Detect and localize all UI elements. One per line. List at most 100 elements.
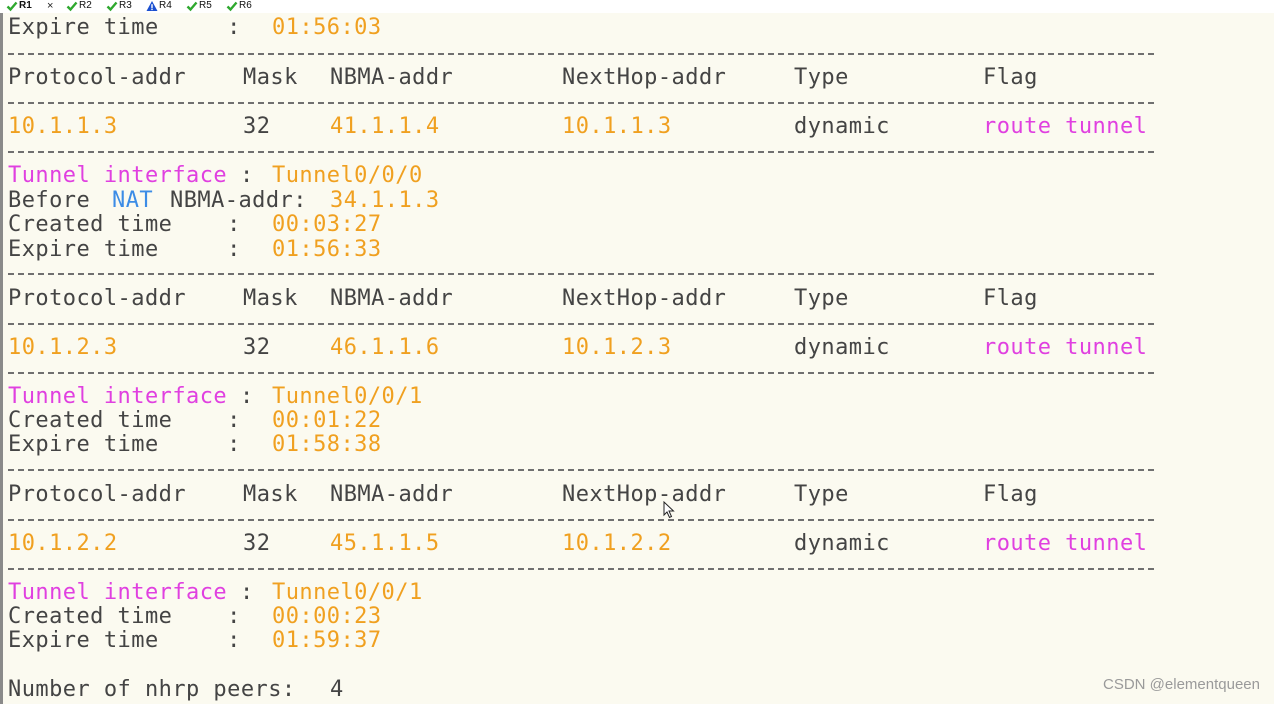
header-flag: Flag [983, 65, 1038, 90]
header-flag: Flag [983, 482, 1038, 507]
expire-time-line: Expire time : 01:59:37 [8, 629, 381, 653]
session-tab-r3[interactable]: R3 [106, 0, 132, 12]
header-mask: Mask [243, 65, 298, 90]
cell-nbma-addr: 41.1.1.4 [330, 114, 440, 139]
before-nat-prefix: Before [8, 188, 91, 213]
expire-time-value: 01:58:38 [272, 432, 382, 457]
expire-time-label: Expire time : [8, 432, 241, 457]
separator-line [8, 273, 1154, 275]
cell-nexthop-addr: 10.1.1.3 [562, 114, 672, 139]
created-time-label: Created time : [8, 604, 241, 629]
nhrp-peers-count: 4 [330, 677, 344, 702]
session-tab-r5[interactable]: R5 [186, 0, 212, 12]
session-tab-r4[interactable]: R4 [146, 0, 172, 12]
tunnel-interface-colon: : [240, 580, 254, 605]
cell-type: dynamic [794, 531, 890, 556]
warning-icon [146, 1, 158, 11]
cell-nbma-addr: 45.1.1.5 [330, 531, 440, 556]
mouse-cursor-icon [663, 501, 675, 519]
session-tab-label: R3 [119, 0, 132, 11]
cell-nbma-addr: 46.1.1.6 [330, 335, 440, 360]
cell-protocol-addr: 10.1.2.2 [8, 531, 118, 556]
separator-line [8, 519, 1154, 521]
header-nbma-addr: NBMA-addr [330, 482, 454, 507]
table-row: 10.1.2.2 32 45.1.1.5 10.1.2.2 dynamic ro… [8, 532, 1147, 556]
expire-time-value: 01:59:37 [272, 628, 382, 653]
separator-line [8, 102, 1154, 104]
created-time-line: Created time : 00:00:23 [8, 605, 381, 629]
tunnel-interface-label: Tunnel interface [8, 580, 228, 605]
session-tab-r1[interactable]: R1 [6, 0, 32, 12]
cell-type: dynamic [794, 114, 890, 139]
tunnel-interface-value: Tunnel0/0/1 [272, 384, 423, 409]
close-tab-icon[interactable]: × [47, 0, 53, 12]
created-time-line: Created time : 00:01:22 [8, 409, 381, 433]
header-nbma-addr: NBMA-addr [330, 65, 454, 90]
separator-line [8, 568, 1154, 570]
session-tab-label: R6 [239, 0, 252, 11]
separator-line [8, 372, 1154, 374]
expire-time-label: Expire time : [8, 237, 241, 262]
session-tab-bar: R1 × R2 R3 R4 R5 R6 [0, 0, 1274, 13]
expire-time-line: Expire time : 01:56:03 [8, 16, 381, 40]
session-tab-label: R5 [199, 0, 212, 11]
session-tab-label: R1 [19, 0, 32, 11]
separator-line [8, 469, 1154, 471]
header-mask: Mask [243, 482, 298, 507]
before-nat-line: Before NAT NBMA-addr: 34.1.1.3 [8, 189, 439, 213]
created-time-value: 00:03:27 [272, 212, 382, 237]
session-tab-r2[interactable]: R2 [66, 0, 92, 12]
created-time-label: Created time : [8, 408, 241, 433]
header-type: Type [794, 286, 849, 311]
check-icon [226, 1, 238, 12]
tunnel-interface-line: Tunnel interface : Tunnel0/0/0 [8, 164, 422, 188]
cell-flag: route tunnel [983, 531, 1148, 556]
before-nat-value: 34.1.1.3 [330, 188, 440, 213]
separator-line [8, 323, 1154, 325]
header-mask: Mask [243, 286, 298, 311]
tunnel-interface-label: Tunnel interface [8, 163, 228, 188]
table-row: 10.1.2.3 32 46.1.1.6 10.1.2.3 dynamic ro… [8, 336, 1147, 360]
nhrp-peers-line: Number of nhrp peers: 4 [8, 678, 343, 702]
created-time-label: Created time : [8, 212, 241, 237]
cell-type: dynamic [794, 335, 890, 360]
cell-mask: 32 [243, 531, 271, 556]
tunnel-interface-line: Tunnel interface : Tunnel0/0/1 [8, 581, 422, 605]
tunnel-interface-colon: : [240, 384, 254, 409]
cell-nexthop-addr: 10.1.2.2 [562, 531, 672, 556]
created-time-value: 00:01:22 [272, 408, 382, 433]
session-tab-r6[interactable]: R6 [226, 0, 252, 12]
session-tab-label: R2 [79, 0, 92, 11]
expire-time-line: Expire time : 01:58:38 [8, 433, 381, 457]
nhrp-peers-label: Number of nhrp peers: [8, 677, 296, 702]
check-icon [6, 1, 18, 12]
header-type: Type [794, 65, 849, 90]
expire-time-line: Expire time : 01:56:33 [8, 238, 381, 262]
cell-protocol-addr: 10.1.2.3 [8, 335, 118, 360]
terminal-output[interactable]: Expire time : 01:56:03 Protocol-addr Mas… [0, 13, 1274, 704]
header-nexthop-addr: NextHop-addr [562, 482, 727, 507]
table-header: Protocol-addr Mask NBMA-addr NextHop-add… [8, 287, 1037, 311]
cell-mask: 32 [243, 114, 271, 139]
session-tab-label: R4 [159, 0, 172, 11]
cell-mask: 32 [243, 335, 271, 360]
before-nat-keyword: NAT [112, 188, 154, 213]
watermark: CSDN @elementqueen [1103, 676, 1260, 693]
check-icon [186, 1, 198, 12]
header-type: Type [794, 482, 849, 507]
header-nbma-addr: NBMA-addr [330, 286, 454, 311]
header-protocol-addr: Protocol-addr [8, 482, 187, 507]
header-flag: Flag [983, 286, 1038, 311]
check-icon [106, 1, 118, 12]
separator-line [8, 53, 1154, 55]
expire-time-value: 01:56:33 [272, 237, 382, 262]
tunnel-interface-line: Tunnel interface : Tunnel0/0/1 [8, 385, 422, 409]
expire-time-label: Expire time : [8, 15, 241, 40]
cell-protocol-addr: 10.1.1.3 [8, 114, 118, 139]
cell-flag: route tunnel [983, 335, 1148, 360]
before-nat-nbma-label: NBMA-addr: [170, 188, 307, 213]
expire-time-value: 01:56:03 [272, 15, 382, 40]
separator-line [8, 151, 1154, 153]
header-nexthop-addr: NextHop-addr [562, 65, 727, 90]
header-protocol-addr: Protocol-addr [8, 286, 187, 311]
